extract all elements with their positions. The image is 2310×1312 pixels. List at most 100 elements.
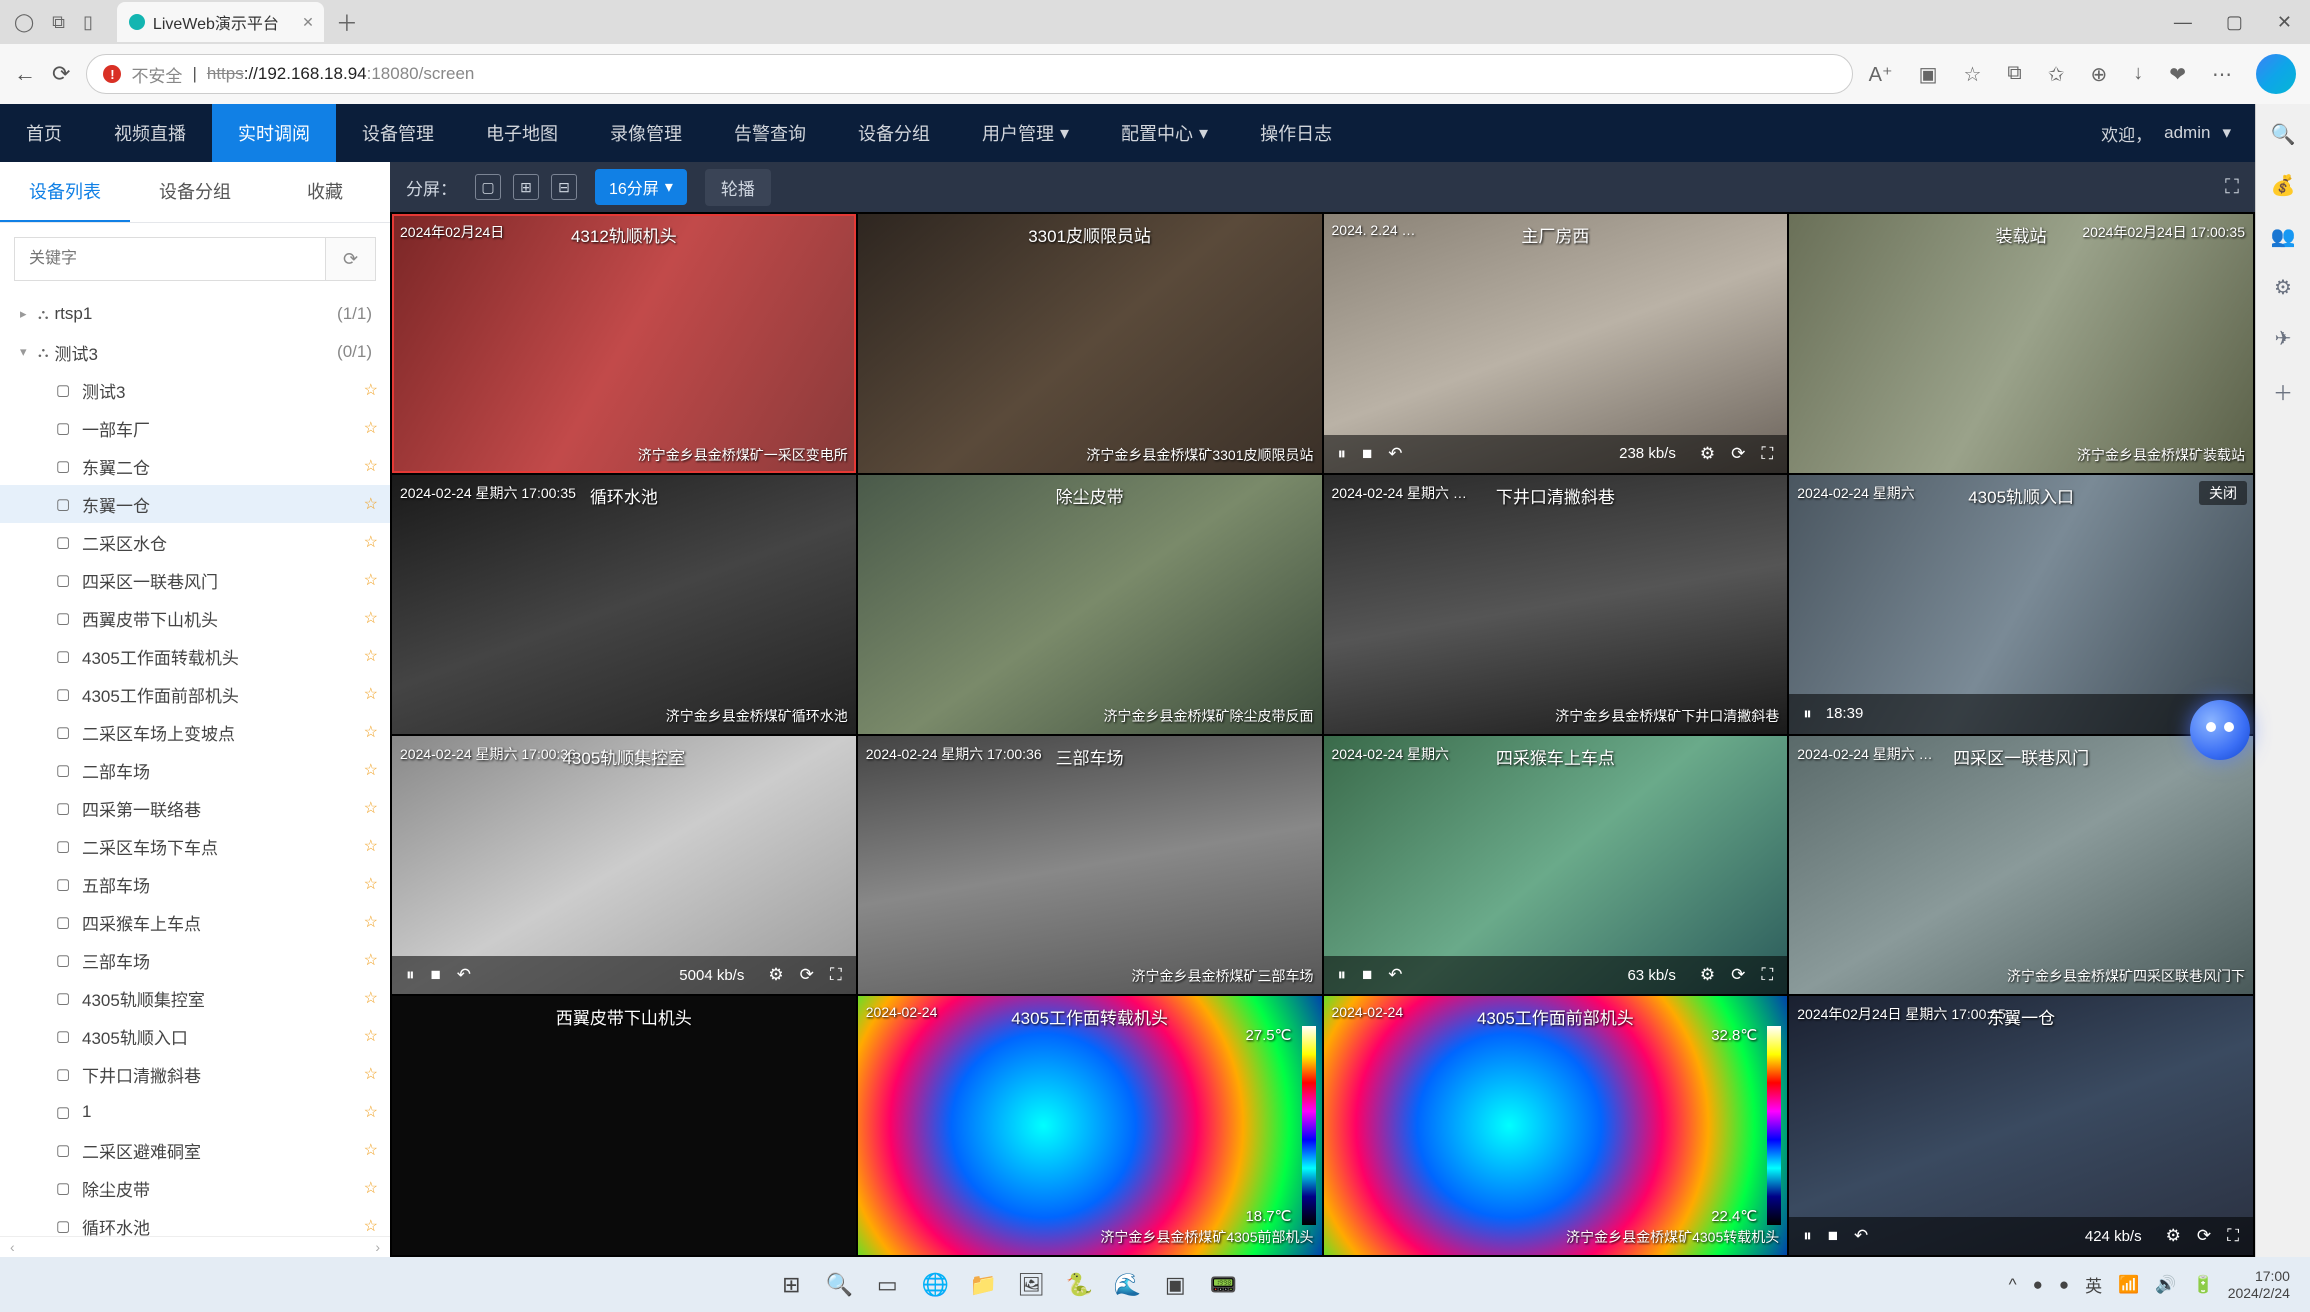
maximize-icon[interactable]: ▢ [2226, 12, 2243, 33]
rewind-icon[interactable]: ↶ [457, 965, 471, 985]
star-icon[interactable]: ☆ [364, 912, 378, 932]
search-button[interactable]: ⟳ [326, 237, 376, 281]
star-icon[interactable]: ☆ [364, 646, 378, 666]
device-item[interactable]: ▢东翼二仓☆ [0, 447, 390, 485]
video-cell-10[interactable]: 2024-02-24 星期六四采猴车上车点⏸■↶63 kb/s⚙⟳⛶ [1324, 736, 1788, 995]
star-icon[interactable]: ☆ [364, 836, 378, 856]
sidebar-tab-0[interactable]: 设备列表 [0, 162, 130, 222]
sidebar-tab-2[interactable]: 收藏 [260, 162, 390, 222]
stop-icon[interactable]: ■ [1828, 1226, 1838, 1246]
nav-item-8[interactable]: 用户管理▾ [956, 104, 1095, 162]
device-item[interactable]: ▢测试3☆ [0, 371, 390, 409]
browser-action-icon-8[interactable]: ⋯ [2212, 62, 2232, 87]
rail-icon-5[interactable]: ＋ [2273, 377, 2293, 406]
video-cell-1[interactable]: 3301皮顺限员站济宁金乡县金桥煤矿3301皮顺限员站 [858, 214, 1322, 473]
browser-action-icon-2[interactable]: ☆ [1963, 62, 1981, 87]
taskbar-app-1[interactable]: 🔍 [820, 1266, 858, 1304]
stop-icon[interactable]: ■ [431, 965, 441, 985]
taskbar-app-9[interactable]: 📟 [1204, 1266, 1242, 1304]
device-item[interactable]: ▢1☆ [0, 1093, 390, 1131]
tray-icon-1[interactable]: ● [2033, 1275, 2043, 1295]
star-icon[interactable]: ☆ [364, 874, 378, 894]
nav-item-1[interactable]: 视频直播 [88, 104, 212, 162]
star-icon[interactable]: ☆ [364, 1102, 378, 1122]
video-cell-15[interactable]: 2024年02月24日 星期六 17:00:35东翼一仓⏸■↶424 kb/s⚙… [1789, 996, 2253, 1255]
tray-icon-4[interactable]: 📶 [2118, 1275, 2139, 1295]
layout-9-icon[interactable]: ⊟ [551, 174, 577, 200]
device-item[interactable]: ▢循环水池☆ [0, 1207, 390, 1236]
stop-icon[interactable]: ■ [1362, 444, 1372, 464]
device-item[interactable]: ▢除尘皮带☆ [0, 1169, 390, 1207]
video-cell-2[interactable]: 2024. 2.24 …主厂房西⏸■↶238 kb/s⚙⟳⛶ [1324, 214, 1788, 473]
browser-action-icon-6[interactable]: ↓ [2133, 62, 2143, 87]
browser-action-icon-7[interactable]: ❤ [2169, 62, 2186, 87]
nav-item-3[interactable]: 设备管理 [336, 104, 460, 162]
copilot-icon[interactable] [2256, 54, 2296, 94]
device-item[interactable]: ▢四采猴车上车点☆ [0, 903, 390, 941]
star-icon[interactable]: ☆ [364, 1064, 378, 1084]
device-item[interactable]: ▢下井口清撇斜巷☆ [0, 1055, 390, 1093]
browser-action-icon-1[interactable]: ▣ [1919, 62, 1938, 87]
video-cell-8[interactable]: 2024-02-24 星期六 17:00:364305轨顺集控室⏸■↶5004 … [392, 736, 856, 995]
fullscreen-icon[interactable]: ⛶ [1761, 965, 1773, 985]
star-icon[interactable]: ☆ [364, 380, 378, 400]
reload-icon[interactable]: ⟳ [1731, 965, 1745, 985]
pause-icon[interactable]: ⏸ [406, 965, 415, 985]
nav-item-6[interactable]: 告警查询 [708, 104, 832, 162]
star-icon[interactable]: ☆ [364, 532, 378, 552]
pause-icon[interactable]: ⏸ [1803, 704, 1812, 724]
taskbar-app-5[interactable]: 🖼 [1012, 1266, 1050, 1304]
rewind-icon[interactable]: ↶ [1854, 1226, 1868, 1246]
layout-4-icon[interactable]: ⊞ [513, 174, 539, 200]
pause-icon[interactable]: ⏸ [1338, 444, 1347, 464]
workspaces-icon[interactable]: ⧉ [52, 12, 65, 33]
star-icon[interactable]: ☆ [364, 950, 378, 970]
device-item[interactable]: ▢三部车场☆ [0, 941, 390, 979]
gear-icon[interactable]: ⚙ [1700, 965, 1715, 985]
rewind-icon[interactable]: ↶ [1388, 444, 1402, 464]
nav-item-4[interactable]: 电子地图 [460, 104, 584, 162]
welcome-user[interactable]: 欢迎，admin▾ [2077, 104, 2255, 162]
rail-icon-4[interactable]: ✈ [2275, 326, 2292, 351]
star-icon[interactable]: ☆ [364, 1140, 378, 1160]
tray-icon-5[interactable]: 🔊 [2155, 1275, 2176, 1295]
star-icon[interactable]: ☆ [364, 722, 378, 742]
system-clock[interactable]: 17:00 2024/2/24 [2228, 1268, 2290, 1302]
star-icon[interactable]: ☆ [364, 456, 378, 476]
taskbar-app-4[interactable]: 📁 [964, 1266, 1002, 1304]
close-stream-button[interactable]: 关闭 [2199, 481, 2247, 505]
gear-icon[interactable]: ⚙ [1700, 444, 1715, 464]
rewind-icon[interactable]: ↶ [1388, 965, 1402, 985]
browser-action-icon-4[interactable]: ✩ [2048, 62, 2065, 87]
video-cell-13[interactable]: 2024-02-244305工作面转载机头济宁金乡县金桥煤矿4305前部机头27… [858, 996, 1322, 1255]
tray-icon-3[interactable]: 英 [2085, 1272, 2102, 1297]
sidebar-tab-1[interactable]: 设备分组 [130, 162, 260, 222]
gear-icon[interactable]: ⚙ [2166, 1226, 2181, 1246]
reload-icon[interactable]: ⟳ [800, 965, 814, 985]
fullscreen-icon[interactable]: ⛶ [2227, 1226, 2239, 1246]
back-icon[interactable]: ← [14, 61, 36, 87]
taskbar-app-0[interactable]: ⊞ [772, 1266, 810, 1304]
rail-icon-2[interactable]: 👥 [2271, 224, 2296, 249]
rail-icon-1[interactable]: 💰 [2271, 173, 2296, 198]
device-item[interactable]: ▢四采第一联络巷☆ [0, 789, 390, 827]
video-cell-3[interactable]: 2024年02月24日 17:00:35装载站济宁金乡县金桥煤矿装载站 [1789, 214, 2253, 473]
tray-icon-2[interactable]: ● [2059, 1275, 2069, 1295]
ai-assistant-icon[interactable] [2190, 700, 2250, 760]
taskbar-app-6[interactable]: 🐍 [1060, 1266, 1098, 1304]
video-cell-9[interactable]: 2024-02-24 星期六 17:00:36三部车场济宁金乡县金桥煤矿三部车场 [858, 736, 1322, 995]
device-group[interactable]: ▾⛬测试3(0/1) [0, 333, 390, 371]
rail-icon-3[interactable]: ⚙ [2274, 275, 2292, 300]
star-icon[interactable]: ☆ [364, 570, 378, 590]
browser-action-icon-5[interactable]: ⊕ [2090, 62, 2107, 87]
star-icon[interactable]: ☆ [364, 1216, 378, 1236]
nav-item-0[interactable]: 首页 [0, 104, 88, 162]
reload-icon[interactable]: ⟳ [2197, 1226, 2211, 1246]
video-cell-4[interactable]: 2024-02-24 星期六 17:00:35循环水池济宁金乡县金桥煤矿循环水池 [392, 475, 856, 734]
star-icon[interactable]: ☆ [364, 418, 378, 438]
fullscreen-icon[interactable]: ⛶ [2225, 176, 2239, 199]
device-item[interactable]: ▢二采区车场下车点☆ [0, 827, 390, 865]
search-input[interactable] [14, 237, 326, 281]
rotate-button[interactable]: 轮播 [705, 169, 771, 206]
new-tab-button[interactable]: ＋ [336, 6, 358, 38]
